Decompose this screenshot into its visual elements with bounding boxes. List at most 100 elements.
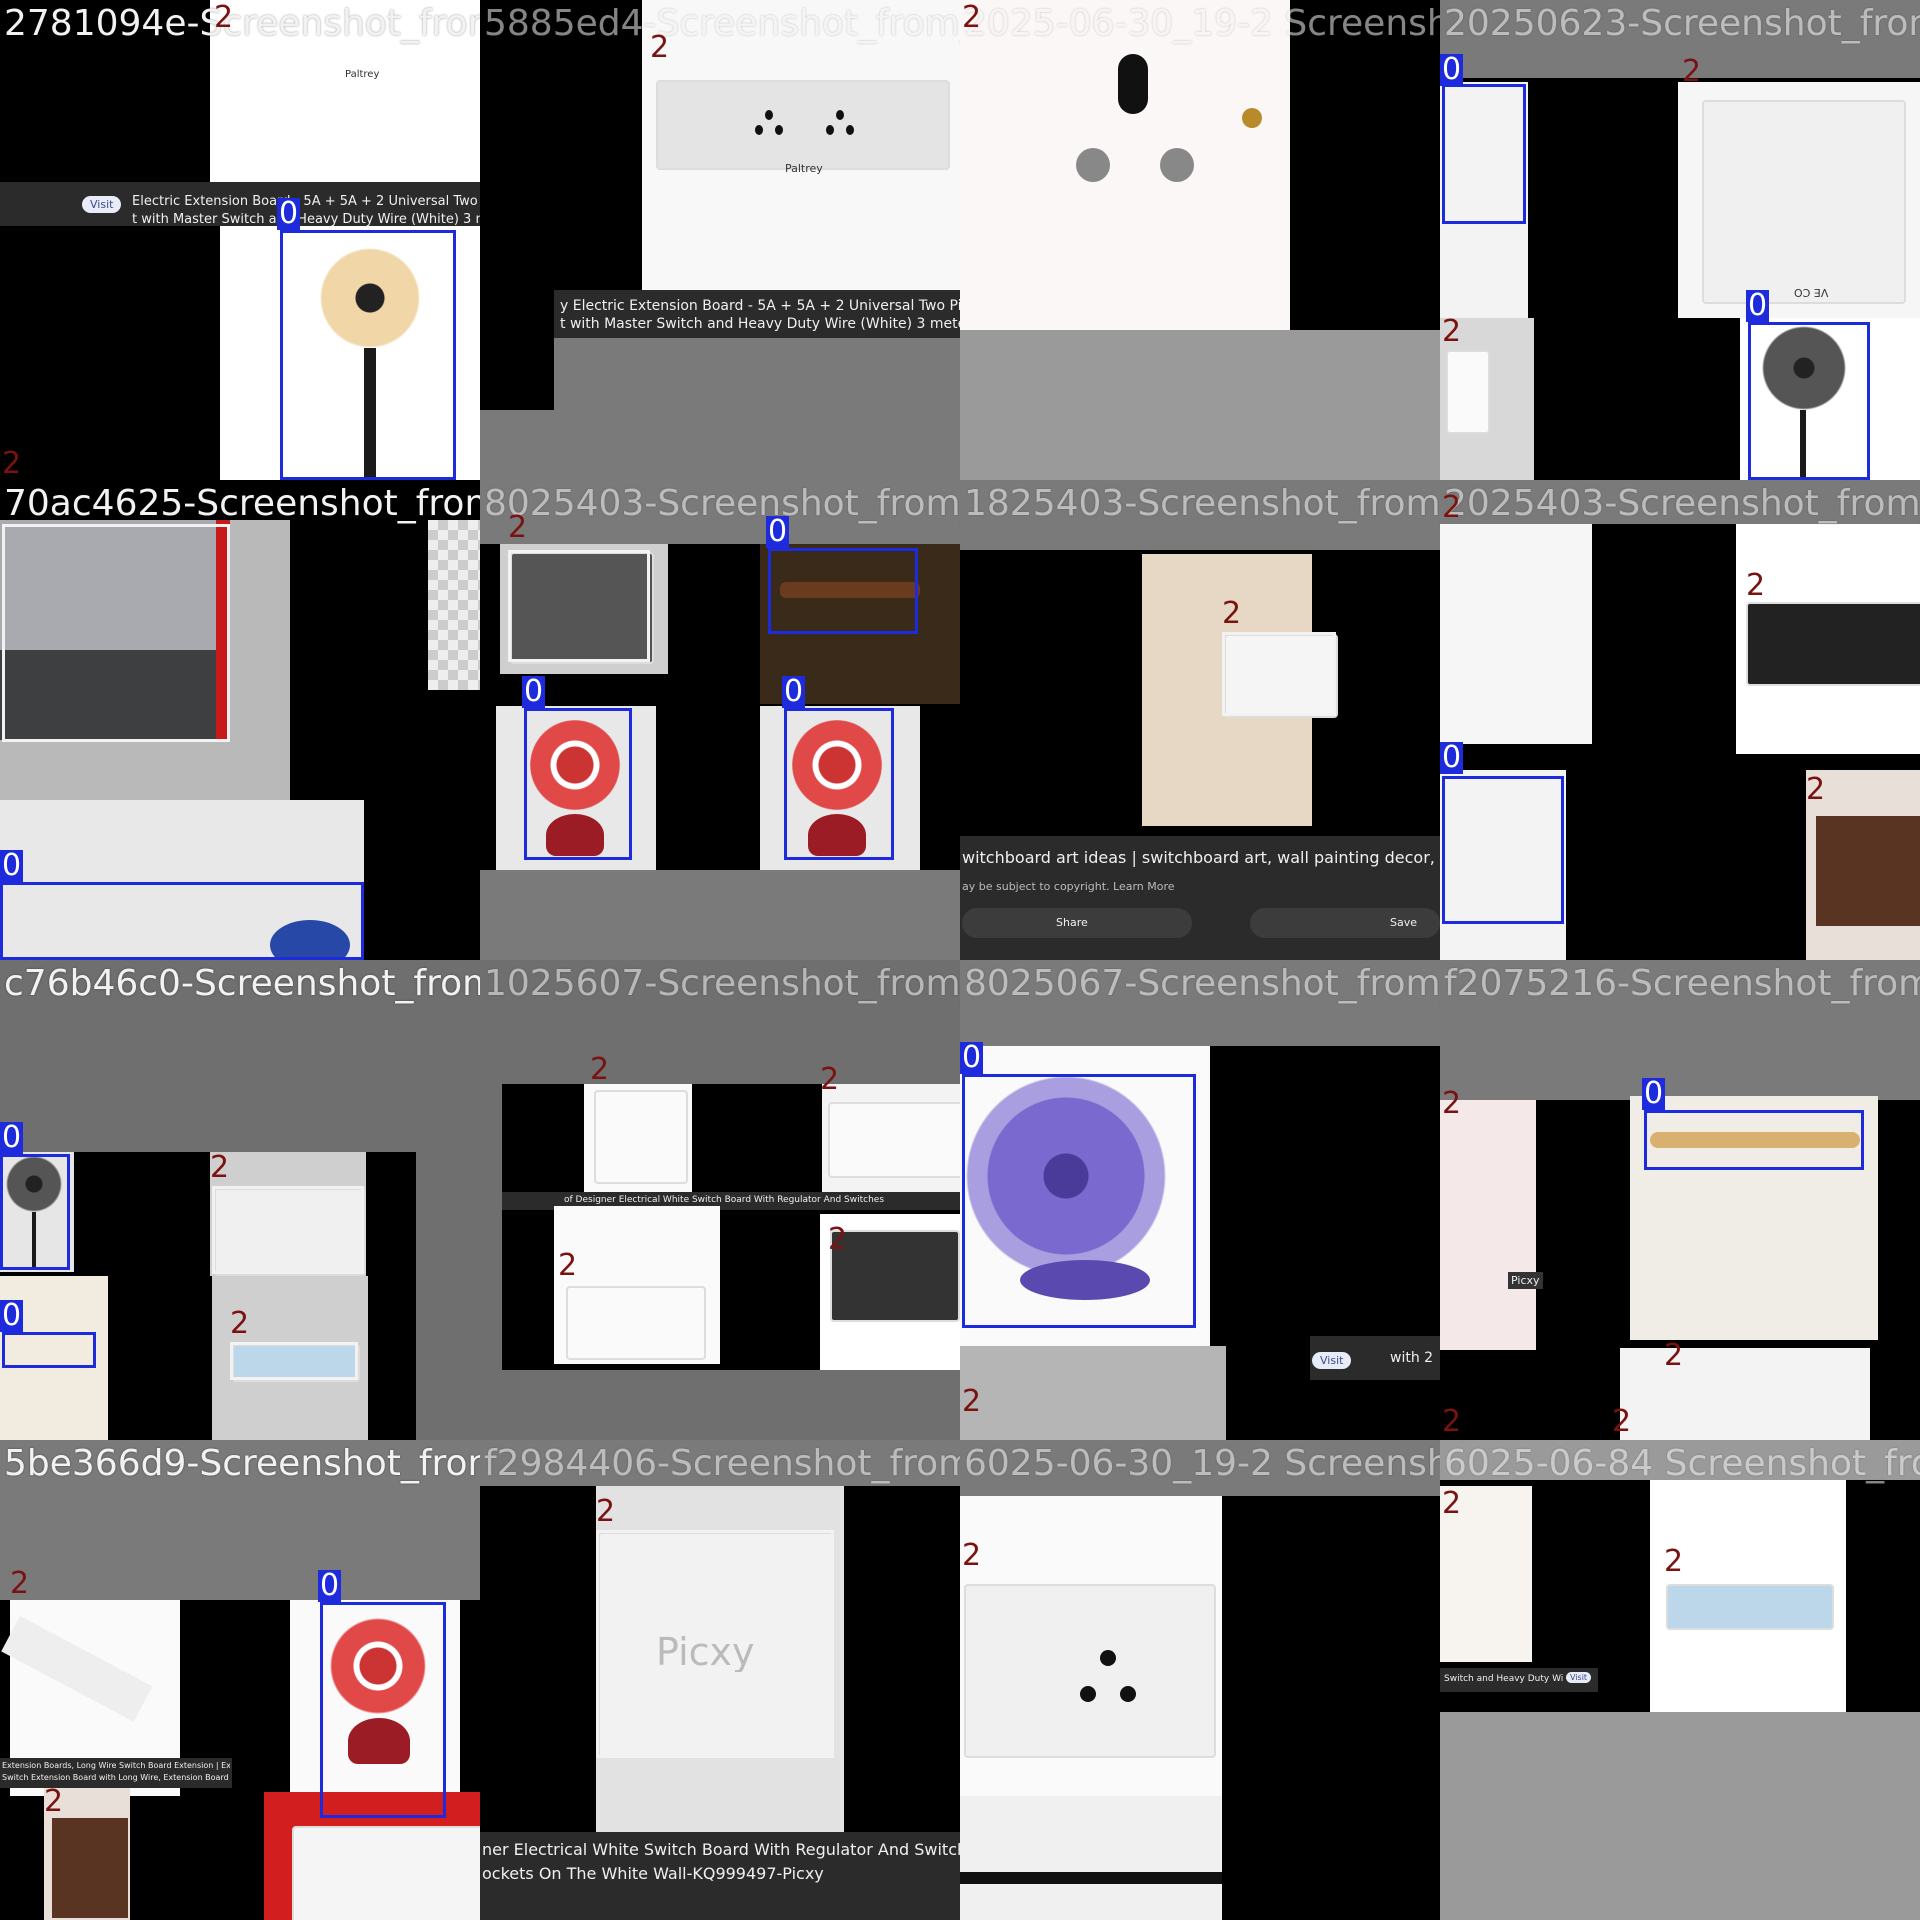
- tile-title: 1025607-Screenshot_from_2025-06-30_19-3: [484, 963, 960, 1004]
- switchboard-image: [656, 80, 950, 170]
- tile-15: 2 6025-06-30_19-2 Screenshot_from_2025-0…: [960, 1440, 1440, 1920]
- socket-hole: [755, 125, 763, 135]
- switchboard-label: 2: [828, 1222, 848, 1257]
- switchboard-label: 2: [1806, 772, 1826, 807]
- gray-fill: [960, 1346, 1226, 1440]
- caption-line-1: ner Electrical White Switch Board With R…: [482, 1840, 960, 1859]
- socket-hole: [1160, 148, 1194, 182]
- caption-line: of Designer Electrical White Switch Boar…: [564, 1195, 885, 1205]
- socket-hole: [1120, 1686, 1136, 1702]
- caption-line-2: ockets On The White Wall-KQ999497-Picxy: [482, 1864, 824, 1883]
- switchboard-image: [1440, 1100, 1536, 1350]
- visit-button[interactable]: Visit: [1312, 1352, 1352, 1369]
- switchboard-label: 2: [1682, 54, 1702, 89]
- fan-label: 0: [318, 1568, 342, 1603]
- socket-hole: [846, 125, 854, 135]
- switchboard-label: 2: [962, 0, 982, 35]
- caption-line-1: Extension Boards, Long Wire Switch Board…: [2, 1761, 230, 1770]
- gray-band: [480, 480, 960, 544]
- save-label: Save: [1390, 916, 1418, 929]
- fan-bounding-box: [524, 708, 632, 860]
- switchboard-label: 2: [596, 1494, 616, 1529]
- fan-bounding-box: [0, 1154, 70, 1270]
- gray-band: [960, 1440, 1440, 1496]
- switchboard-bounding-box: [1222, 632, 1336, 716]
- fan-bounding-box: [768, 548, 918, 634]
- fan-bounding-box: [1644, 1110, 1864, 1170]
- tile-5: 0 70ac4625-Screenshot_from_2025-06-30_19…: [0, 480, 480, 960]
- switchboard-label: 2: [210, 1150, 230, 1185]
- fan-bounding-box: [320, 1602, 446, 1818]
- switchboard-label: 2: [820, 1062, 840, 1097]
- switchboard-label: 2: [214, 0, 234, 35]
- socket-closeup: [960, 0, 1290, 330]
- switch-panel: [566, 1286, 706, 1360]
- tile-title: c76b46c0-Screenshot_from_2025-06-30_19-2: [4, 963, 480, 1004]
- share-label: Share: [1056, 916, 1088, 929]
- fan-label: 0: [782, 674, 806, 709]
- fan-label: 0: [0, 1120, 24, 1155]
- switchboard-label: 2: [1612, 1404, 1632, 1439]
- switchboard-image: [1440, 524, 1592, 744]
- switchboard-label: 2: [1664, 1338, 1684, 1373]
- visit-button[interactable]: Visit: [82, 196, 122, 213]
- smart-switch-panel: [830, 1230, 960, 1322]
- switchboard-bounding-box: [2, 524, 230, 742]
- switchboard-label: 2: [508, 510, 528, 545]
- fan-label: 0: [0, 1298, 24, 1333]
- extension-board: [1666, 1584, 1834, 1630]
- tile-4: 0 VE CO 2 2 0 20250623-Screenshot_from_2…: [1440, 0, 1920, 480]
- switchboard-label: 2: [1442, 1404, 1462, 1439]
- switchboard-label: 2: [1442, 1486, 1462, 1521]
- caption-line-1: Electric Extension Board - 5A + 5A + 2 U…: [132, 194, 480, 209]
- fan-bounding-box: [280, 230, 456, 480]
- switch-panel: [828, 1102, 960, 1178]
- tile-2: Paltrey y Electric Extension Board - 5A …: [480, 0, 960, 480]
- tile-9: 0 2 0 2 c76b46c0-Screenshot_from_2025-06…: [0, 960, 480, 1440]
- gray-band: [1440, 480, 1920, 524]
- socket-hole: [1076, 148, 1110, 182]
- switchboard-label: 2: [650, 30, 670, 65]
- tile-3: 2 2025-06-30_19-2 Screenshot_from_2025-0…: [960, 0, 1440, 480]
- switchboard-label: 2: [2, 446, 22, 480]
- fan-label: 0: [1440, 52, 1464, 87]
- switch-panel: [292, 1826, 480, 1920]
- fan-label: 0: [1746, 288, 1770, 323]
- gray-band: [480, 1440, 960, 1486]
- fan-label: 0: [0, 848, 24, 883]
- caption-line-1: witchboard art ideas | switchboard art, …: [962, 848, 1440, 867]
- fan-label: 0: [522, 674, 546, 709]
- tile-12: Picxy 2 0 2 2 2 f2075216-Screenshot_from…: [1440, 960, 1920, 1440]
- gray-fill: [554, 338, 960, 480]
- caption-line-2: t with Master Switch and Heavy Duty Wire…: [132, 212, 480, 227]
- switchboard-label: 2: [1664, 1544, 1684, 1579]
- visit-button[interactable]: Visit: [1566, 1672, 1592, 1683]
- fan-bounding-box: [2, 1332, 96, 1368]
- fan-bounding-box: [1748, 322, 1870, 480]
- bottom-shelf: [960, 1872, 1222, 1884]
- socket-hole: [836, 110, 844, 120]
- tile-16: 2 2 Switch and Heavy Duty Wire Visit 602…: [1440, 1440, 1920, 1920]
- wood-panel: [1816, 816, 1920, 926]
- socket-hole: [765, 110, 773, 120]
- fan-label: 0: [1440, 740, 1464, 775]
- switch-panel: [1702, 100, 1906, 304]
- mosaic-grid: Paltrey Visit Electric Extension Board -…: [0, 0, 1920, 1920]
- switchboard-label: 2: [962, 1384, 982, 1419]
- fan-label: 0: [960, 1040, 984, 1075]
- switchboard-image: [1620, 1348, 1870, 1440]
- socket-hole: [1118, 54, 1148, 114]
- fan-label: 0: [766, 514, 790, 549]
- switch-panel: [964, 1584, 1216, 1758]
- fan-bounding-box: [0, 882, 364, 960]
- gray-band: [960, 480, 1440, 550]
- gray-band: [960, 960, 1440, 1046]
- gray-fill: [480, 870, 960, 960]
- tile-10: 2 2 of Designer Electrical White Switch …: [480, 960, 960, 1440]
- switchboard-bounding-box: [212, 1186, 364, 1274]
- switchboard-bounding-box: [508, 550, 650, 662]
- switchboard-label: 2: [1442, 1086, 1462, 1121]
- fan-bounding-box: [1442, 776, 1564, 924]
- switchboard-label: 2: [44, 1784, 64, 1819]
- switchboard-bounding-box: [230, 1342, 358, 1380]
